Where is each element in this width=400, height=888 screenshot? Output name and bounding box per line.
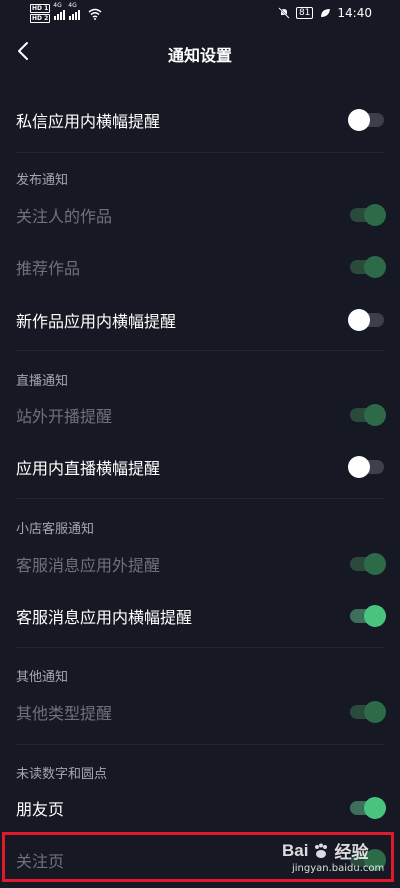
sim1-badge: HD 1 bbox=[30, 4, 51, 13]
divider bbox=[16, 647, 384, 648]
row-label: 客服消息应用内横幅提醒 bbox=[16, 608, 193, 627]
status-left: HD 1 HD 2 4G 4G bbox=[30, 2, 102, 23]
row-label: 其他类型提醒 bbox=[16, 704, 113, 723]
setting-row-cs-inapp-banner[interactable]: 客服消息应用内横幅提醒 bbox=[16, 604, 386, 628]
sim-badges: HD 1 HD 2 bbox=[30, 4, 51, 23]
setting-row-offsite-live[interactable]: 站外开播提醒 bbox=[16, 403, 386, 427]
section-header-live: 直播通知 bbox=[16, 374, 69, 389]
page-title: 通知设置 bbox=[167, 46, 232, 65]
watermark-suffix: 经验 bbox=[334, 843, 369, 862]
toggle-switch[interactable] bbox=[348, 309, 384, 331]
row-label: 站外开播提醒 bbox=[16, 407, 113, 426]
row-label: 朋友页 bbox=[16, 800, 65, 819]
toggle-switch[interactable] bbox=[350, 701, 386, 723]
divider bbox=[16, 498, 384, 499]
battery-icon: 81 bbox=[295, 7, 314, 19]
toggle-switch[interactable] bbox=[350, 404, 386, 426]
toggle-switch[interactable] bbox=[350, 204, 386, 226]
toggle-switch[interactable] bbox=[348, 456, 384, 478]
nav-bar: 通知设置 bbox=[0, 28, 400, 76]
paw-icon bbox=[315, 843, 328, 858]
status-bar: HD 1 HD 2 4G 4G 81 14:40 bbox=[0, 0, 400, 28]
row-label: 私信应用内横幅提醒 bbox=[16, 112, 161, 131]
leaf-icon bbox=[321, 9, 331, 17]
divider bbox=[16, 152, 384, 153]
section-header-other: 其他通知 bbox=[16, 670, 69, 685]
status-right: 81 14:40 bbox=[278, 6, 372, 20]
sim2-badge: HD 2 bbox=[30, 14, 51, 23]
setting-row-friends-page[interactable]: 朋友页 bbox=[16, 796, 386, 820]
toggle-switch[interactable] bbox=[350, 256, 386, 278]
row-label: 客服消息应用外提醒 bbox=[16, 556, 161, 575]
setting-row-dm-banner[interactable]: 私信应用内横幅提醒 bbox=[16, 108, 384, 132]
signal-icon: 4G bbox=[53, 2, 66, 20]
toggle-switch[interactable] bbox=[350, 797, 386, 819]
setting-row-new-works-banner[interactable]: 新作品应用内横幅提醒 bbox=[16, 308, 384, 332]
section-header-publish: 发布通知 bbox=[16, 173, 69, 188]
baidu-jingyan-watermark: Bai 经验 jingyan.baidu.com bbox=[282, 838, 390, 882]
row-label: 推荐作品 bbox=[16, 259, 81, 278]
clock: 14:40 bbox=[337, 6, 372, 20]
signal-icon-2: 4G bbox=[68, 2, 81, 20]
watermark-url: jingyan.baidu.com bbox=[292, 863, 385, 874]
section-header-shop: 小店客服通知 bbox=[16, 522, 95, 537]
row-label: 新作品应用内横幅提醒 bbox=[16, 312, 177, 331]
row-label: 关注人的作品 bbox=[16, 207, 113, 226]
setting-row-inapp-live-banner[interactable]: 应用内直播横幅提醒 bbox=[16, 455, 384, 479]
toggle-switch[interactable] bbox=[350, 605, 386, 627]
setting-row-recommended-works[interactable]: 推荐作品 bbox=[16, 255, 386, 279]
row-label: 应用内直播横幅提醒 bbox=[16, 459, 161, 478]
divider bbox=[16, 350, 384, 351]
setting-row-followed-works[interactable]: 关注人的作品 bbox=[16, 203, 386, 227]
bell-off-icon bbox=[278, 7, 290, 19]
setting-row-other-types[interactable]: 其他类型提醒 bbox=[16, 700, 386, 724]
setting-row-cs-outside[interactable]: 客服消息应用外提醒 bbox=[16, 552, 386, 576]
toggle-switch[interactable] bbox=[348, 109, 384, 131]
section-header-unread: 未读数字和圆点 bbox=[16, 767, 108, 782]
divider bbox=[16, 744, 384, 745]
toggle-switch[interactable] bbox=[350, 553, 386, 575]
wifi-icon bbox=[88, 8, 102, 20]
watermark-brand: Bai bbox=[282, 840, 309, 860]
